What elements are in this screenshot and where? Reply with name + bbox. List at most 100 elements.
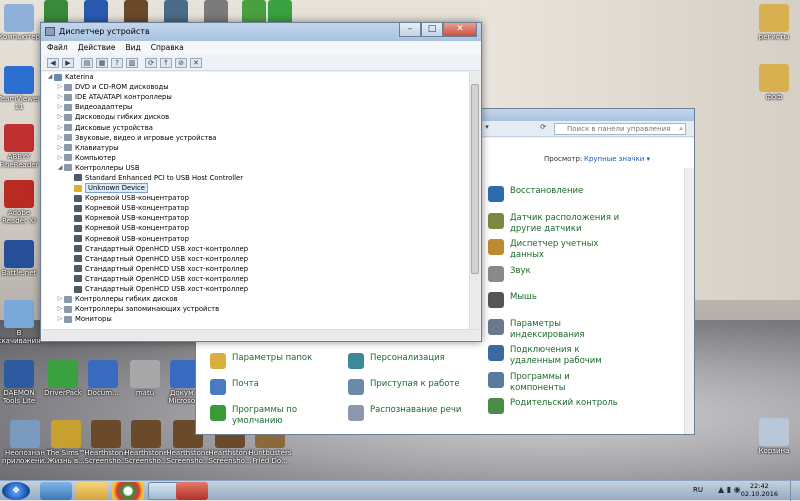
properties-icon[interactable]: ▤ (81, 57, 93, 68)
expand-toggle-icon[interactable]: ▷ (56, 92, 64, 102)
show-desktop-button[interactable] (790, 481, 800, 501)
tree-item-selected[interactable]: Unknown Device (42, 183, 469, 194)
control-panel-item[interactable]: Восстановление (488, 186, 628, 202)
tray-icons[interactable]: ▲ ▮ ◉ (718, 485, 741, 494)
expand-toggle-icon[interactable]: ▷ (56, 123, 64, 133)
update-driver-icon[interactable]: ↑ (160, 57, 172, 68)
expand-toggle-icon[interactable]: ▷ (56, 82, 64, 92)
expand-toggle-icon[interactable]: ▷ (56, 304, 64, 314)
tree-item[interactable]: Корневой USB-концентратор (42, 203, 469, 213)
desktop-icon[interactable]: TeamViewer 11 (0, 66, 42, 111)
tree-item[interactable]: Стандартный OpenHCD USB хост-контроллер (42, 264, 469, 274)
control-panel-item[interactable]: Параметры индексирования (488, 318, 628, 341)
taskbar-toolbox-icon[interactable] (176, 482, 208, 500)
desktop-icon[interactable]: Hearthstone Screensho... (84, 420, 128, 465)
control-panel-item[interactable]: Подключения к удаленным рабочим (488, 345, 628, 367)
desktop-icon[interactable]: Компьютер (0, 4, 42, 41)
maximize-button[interactable]: □ (421, 23, 443, 37)
desktop-icon[interactable]: ABBYY FineReader (0, 124, 42, 169)
tree-item[interactable]: ▷ Контроллеры запоминающих устройств (42, 304, 469, 314)
start-button[interactable]: ❖ (2, 482, 30, 500)
desktop-icon[interactable]: Battle.net (0, 240, 42, 277)
desktop-icon[interactable]: регисты (752, 4, 796, 41)
chevron-down-icon[interactable]: ▾ (481, 123, 493, 134)
tree-item[interactable]: Стандартный OpenHCD USB хост-контроллер (42, 274, 469, 284)
tree-item[interactable]: ▷ Дисководы гибких дисков (42, 112, 469, 122)
tree-item[interactable]: ▷ Клавиатуры (42, 143, 469, 153)
tree-item[interactable]: ▷ Компьютер (42, 153, 469, 163)
close-button[interactable]: ✕ (443, 23, 477, 37)
taskbar-explorer-icon[interactable] (76, 482, 108, 500)
device-tree[interactable]: ◢ Katerina ▷ DVD и CD-ROM дисководы ▷ IDE ATA… (42, 72, 469, 329)
expand-toggle-icon[interactable]: ◢ (56, 163, 64, 173)
desktop-icon[interactable]: Adobe Reader XI (0, 180, 42, 225)
help-icon[interactable]: ? (111, 57, 123, 68)
disable-device-icon[interactable]: ⊘ (175, 57, 187, 68)
tree-item[interactable]: ▷ IDE ATA/ATAPI контроллеры (42, 92, 469, 102)
control-panel-item[interactable]: Мышь (488, 292, 628, 308)
tree-item[interactable]: ◢ Katerina (42, 72, 469, 82)
control-panel-item[interactable]: Почта (210, 379, 330, 395)
device-manager-window[interactable]: Диспетчер устройств – □ ✕ Файл Действие Ви… (40, 22, 482, 342)
desktop-icon[interactable]: Hearthstone Screensho... (124, 420, 168, 465)
menu-item[interactable]: Вид (125, 41, 140, 55)
desktop-icon[interactable]: Неопознан приложени... (2, 420, 48, 465)
menu-item[interactable]: Действие (78, 41, 116, 55)
tree-item[interactable]: Стандартный OpenHCD USB хост-контроллер (42, 254, 469, 264)
taskbar-ie-icon[interactable] (40, 482, 72, 500)
tree-item[interactable]: Стандартный OpenHCD USB хост-контроллер (42, 244, 469, 254)
view-icon[interactable]: ▦ (96, 57, 108, 68)
tree-item[interactable]: Корневой USB-концентратор (42, 213, 469, 223)
expand-toggle-icon[interactable]: ▷ (56, 133, 64, 143)
tree-item[interactable]: ▷ Видеоадаптеры (42, 102, 469, 112)
search-input[interactable]: Поиск в панели управления ⌕ (554, 123, 686, 135)
scan-hardware-icon[interactable]: ⟳ (145, 57, 157, 68)
taskbar-chrome-icon[interactable] (112, 482, 144, 500)
control-panel-item[interactable]: Параметры папок (210, 353, 330, 369)
tree-item[interactable]: ▷ Звуковые, видео и игровые устройства (42, 133, 469, 143)
desktop-icon[interactable]: фоф (752, 64, 796, 101)
back-icon[interactable]: ◀ (47, 57, 59, 68)
expand-toggle-icon[interactable]: ▷ (56, 102, 64, 112)
control-panel-item[interactable]: Диспетчер учетных данных (488, 239, 628, 261)
scrollbar-thumb[interactable] (471, 84, 479, 274)
control-panel-item[interactable]: Персонализация (348, 353, 478, 369)
control-panel-item[interactable]: Звук (488, 265, 628, 282)
control-panel-item[interactable]: Приступая к работе (348, 379, 478, 395)
details-icon[interactable]: ▥ (126, 57, 138, 68)
desktop-icon[interactable]: Docum... (80, 360, 126, 397)
expand-toggle-icon[interactable]: ◢ (46, 72, 54, 82)
control-panel-item[interactable]: Программы и компоненты (488, 371, 628, 394)
expand-toggle-icon[interactable]: ▷ (56, 112, 64, 122)
uninstall-device-icon[interactable]: ✕ (190, 57, 202, 68)
device-tree-scrollbar[interactable] (469, 72, 480, 329)
menu-item[interactable]: Файл (47, 41, 68, 55)
desktop-icon[interactable]: The Sims™ Жизнь в... (44, 420, 88, 465)
desktop-icon[interactable]: Корзина (752, 418, 796, 455)
device-manager-titlebar[interactable]: Диспетчер устройств – □ ✕ (41, 23, 481, 41)
tree-item[interactable]: ▷ DVD и CD-ROM дисководы (42, 82, 469, 92)
tree-item[interactable]: ▷ Контроллеры гибких дисков (42, 294, 469, 304)
tree-item[interactable]: Стандартный OpenHCD USB хост-контроллер (42, 284, 469, 294)
tree-item[interactable]: ▷ Дисковые устройства (42, 122, 469, 132)
expand-toggle-icon[interactable]: ▷ (56, 143, 64, 153)
expand-toggle-icon[interactable]: ▷ (56, 153, 64, 163)
control-panel-item[interactable]: Родительский контроль (488, 398, 628, 414)
control-panel-scrollbar[interactable] (684, 168, 694, 434)
menu-item[interactable]: Справка (151, 41, 184, 55)
expand-toggle-icon[interactable]: ▷ (56, 294, 64, 304)
control-panel-item[interactable]: Распознавание речи (348, 405, 478, 421)
expand-toggle-icon[interactable]: ▷ (56, 314, 64, 324)
view-mode-selector[interactable]: Крупные значки ▾ (584, 155, 650, 163)
tree-item[interactable]: ◢ Контроллеры USB (42, 163, 469, 173)
tree-item[interactable]: Standard Enhanced PCI to USB Host Contro… (42, 173, 469, 183)
tree-item[interactable]: Корневой USB-концентратор (42, 234, 469, 244)
tree-item[interactable]: ▷ Мониторы (42, 314, 469, 324)
tree-item[interactable]: Корневой USB-концентратор (42, 223, 469, 233)
forward-icon[interactable]: ▶ (62, 57, 74, 68)
horizontal-scrollbar[interactable] (42, 329, 480, 340)
minimize-button[interactable]: – (399, 23, 421, 37)
control-panel-item[interactable]: Программы по умолчанию (210, 405, 330, 427)
desktop-icon[interactable]: В скачивания (0, 300, 42, 345)
desktop-icon[interactable]: DAEMON Tools Lite (0, 360, 42, 405)
